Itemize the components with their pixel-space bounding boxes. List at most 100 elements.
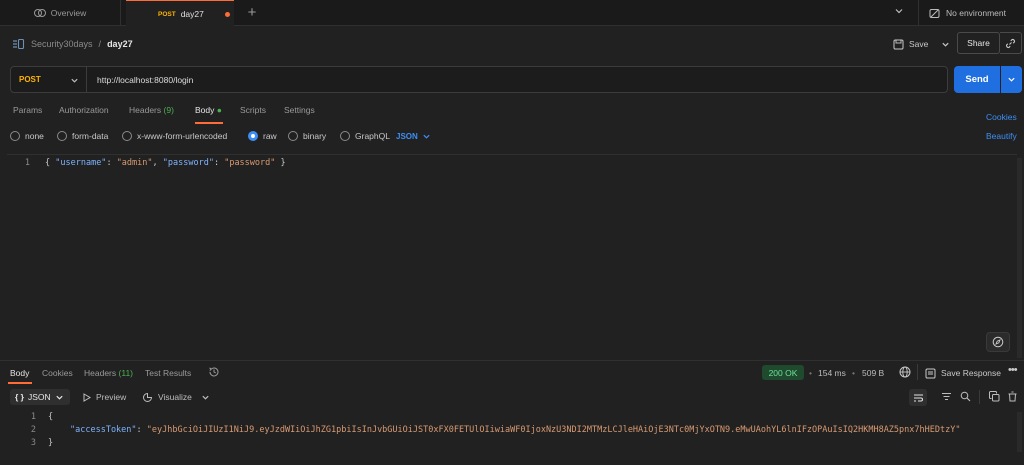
preview-button[interactable]: Preview	[83, 391, 126, 403]
radio-urlencoded[interactable]: x-www-form-urlencoded	[122, 130, 227, 142]
save-icon	[893, 39, 904, 50]
save-label: Save	[909, 39, 929, 49]
send-options-button[interactable]	[1001, 66, 1022, 93]
meta-divider	[917, 364, 918, 380]
radio-binary[interactable]: binary	[288, 130, 326, 142]
line-number: 1	[30, 412, 36, 422]
save-button[interactable]: Save	[893, 36, 950, 52]
send-button[interactable]: Send	[954, 66, 1000, 93]
save-response-button[interactable]: Save Response	[925, 366, 1001, 380]
radio-graphql-circle	[340, 131, 350, 141]
radio-urlencoded-label: x-www-form-urlencoded	[137, 131, 228, 141]
response-size: 509 B	[862, 368, 885, 378]
line-number: 1	[24, 158, 30, 168]
response-scrollbar[interactable]	[1017, 412, 1022, 452]
breadcrumb-separator: /	[98, 39, 102, 49]
brace-close: }	[275, 158, 286, 168]
tab-day27[interactable]: POST day27	[126, 0, 234, 27]
breadcrumb-request[interactable]: day27	[107, 39, 133, 49]
method-label: POST	[19, 75, 41, 84]
wrap-lines-icon	[913, 393, 924, 403]
radio-graphql[interactable]: GraphQL	[340, 130, 390, 142]
save-response-icon	[925, 368, 936, 379]
response-tab-body[interactable]: Body	[10, 368, 29, 380]
breadcrumb-collection[interactable]: Security30days	[31, 39, 93, 49]
radio-binary-label: binary	[303, 131, 327, 141]
colon: :	[136, 425, 147, 435]
tab-authorization[interactable]: Authorization	[59, 105, 109, 119]
editor-scrollbar[interactable]	[1017, 158, 1022, 358]
response-tab-headers[interactable]: Headers (11)	[84, 368, 133, 380]
method-select[interactable]: POST	[11, 67, 87, 92]
beautify-link[interactable]: Beautify	[986, 131, 1017, 141]
radio-form-data-label: form-data	[72, 131, 109, 141]
response-format-chevron-down-icon	[55, 393, 64, 402]
comma: ,	[152, 158, 163, 168]
new-tab-plus-icon[interactable]: +	[244, 5, 260, 21]
tab-headers-label: Headers	[129, 105, 162, 115]
visualize-button[interactable]: Visualize	[142, 391, 210, 403]
environment-label: No environment	[946, 8, 1007, 18]
environment-selector[interactable]: No environment	[918, 0, 1024, 26]
history-icon[interactable]	[208, 366, 220, 378]
send-chevron-down-icon	[1007, 75, 1016, 84]
radio-raw[interactable]: raw	[248, 130, 277, 142]
unsaved-dot-icon	[225, 12, 230, 17]
response-headers-count: (11)	[118, 368, 134, 378]
tab-day27-label: day27	[180, 9, 204, 19]
tab-params[interactable]: Params	[13, 105, 42, 119]
request-body-editor[interactable]	[7, 154, 1017, 356]
brace-open: {	[45, 158, 56, 168]
colon: :	[106, 158, 117, 168]
method-chevron-down-icon	[70, 76, 79, 85]
tab-settings[interactable]: Settings	[284, 105, 315, 119]
json-key-username: "username"	[55, 158, 107, 168]
response-tab-test-results[interactable]: Test Results	[145, 368, 191, 380]
filter-icon[interactable]	[941, 391, 952, 402]
body-format-select[interactable]: JSON	[396, 130, 431, 142]
json-key-access-token: "accessToken"	[70, 425, 137, 435]
copy-icon[interactable]	[989, 391, 1000, 402]
editor-help-button[interactable]	[986, 332, 1010, 352]
response-token-line[interactable]: "accessToken": "eyJhbGciOiJIUzI1NiJ9.eyJ…	[70, 425, 960, 435]
url-input[interactable]: http://localhost:8080/login	[97, 67, 193, 92]
tab-body[interactable]: Body ●	[195, 105, 222, 119]
braces-icon: { }	[15, 392, 24, 402]
radio-raw-label: raw	[263, 131, 277, 141]
active-tab-underline	[195, 122, 223, 124]
share-button[interactable]: Share	[957, 32, 1000, 54]
radio-raw-circle	[248, 131, 258, 141]
tab-overview[interactable]: Overview	[0, 0, 121, 26]
globe-icon[interactable]	[899, 366, 911, 378]
line-number: 3	[30, 438, 36, 448]
request-body-line[interactable]: { "username": "admin", "password": "pass…	[45, 158, 286, 168]
tabs-dropdown-chevron-icon[interactable]	[894, 6, 904, 16]
no-environment-icon	[929, 8, 940, 19]
cookies-link[interactable]: Cookies	[986, 112, 1017, 122]
response-format-select[interactable]: { } JSON	[10, 389, 70, 405]
json-value-password: "password"	[224, 158, 276, 168]
response-brace-open: {	[48, 412, 54, 422]
overview-icon	[33, 8, 46, 18]
response-divider[interactable]	[0, 360, 1024, 361]
body-active-dot-icon: ●	[216, 105, 222, 115]
response-time: 154 ms	[818, 368, 846, 378]
line-number: 2	[30, 425, 36, 435]
response-tab-cookies[interactable]: Cookies	[42, 368, 73, 380]
radio-form-data[interactable]: form-data	[57, 130, 108, 142]
tab-scripts[interactable]: Scripts	[240, 105, 266, 119]
body-format-label: JSON	[396, 131, 418, 141]
more-options-icon[interactable]: •••	[1008, 364, 1018, 376]
search-icon[interactable]	[960, 391, 971, 402]
radio-none-circle	[10, 131, 20, 141]
tab-body-label: Body	[195, 105, 215, 115]
clear-icon[interactable]	[1007, 391, 1018, 402]
status-badge: 200 OK	[762, 365, 804, 380]
radio-none[interactable]: none	[10, 130, 44, 142]
radio-binary-circle	[288, 131, 298, 141]
wrap-lines-button[interactable]	[909, 389, 927, 406]
tab-headers[interactable]: Headers (9)	[129, 105, 174, 119]
play-icon	[83, 392, 91, 402]
copy-link-button[interactable]	[1000, 32, 1022, 54]
save-chevron-down-icon[interactable]	[941, 40, 950, 49]
